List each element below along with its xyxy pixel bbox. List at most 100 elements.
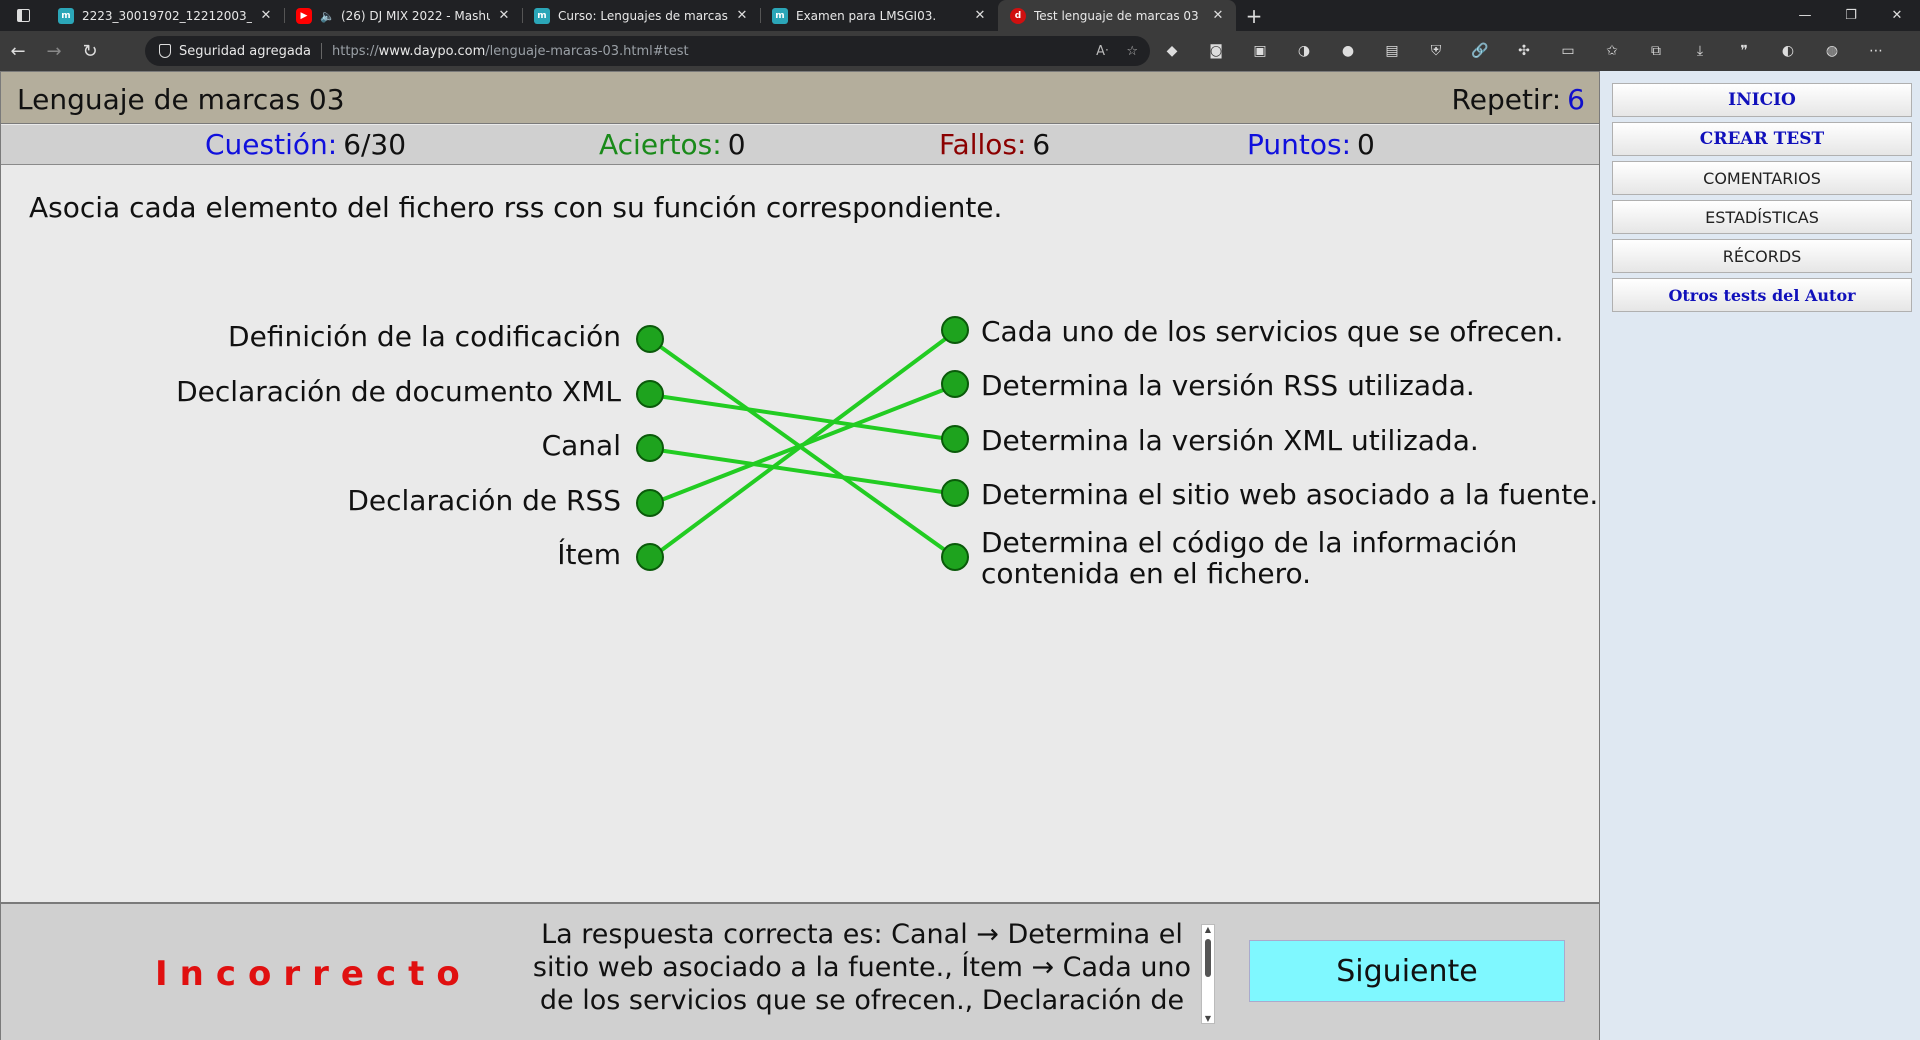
extensions-toolbar: ◆ ◙ ▣ ◑ ● ▤ ⛨ 🔗 ✣ ▭ ✩ ⧉ ⤓ ❞ ◐ ◍ ⋯ [1160,31,1888,71]
close-icon[interactable]: ✕ [496,8,512,23]
link-icon[interactable]: 🔗 [1468,39,1492,63]
right-item: Determina el sitio web asociado a la fue… [981,478,1599,511]
stat-label: Aciertos: [599,128,722,161]
stat-label: Cuestión: [205,128,338,161]
minimize-icon[interactable]: — [1782,0,1828,31]
collections-icon[interactable]: ⧉ [1644,39,1668,63]
quote-icon[interactable]: ❞ [1732,39,1756,63]
stat-value: 6/30 [343,128,407,161]
new-tab-icon[interactable]: + [1236,4,1272,28]
moodle-icon: m [772,7,788,24]
close-window-icon[interactable]: ✕ [1874,0,1920,31]
url-host: www.daypo.com [378,43,486,59]
author-tests-button[interactable]: Otros tests del Autor [1612,278,1912,312]
stat-value: 0 [727,128,746,161]
more-icon[interactable]: ⋯ [1864,39,1888,63]
camera-icon[interactable]: ◙ [1204,39,1228,63]
right-connector-dot[interactable] [941,316,969,344]
stats-bar: Cuestión: 6/30 Aciertos: 0 Fallos: 6 Puntos… [1,125,1599,165]
browser-tab-2[interactable]: ▶ 🔈 (26) DJ MIX 2022 - Mashup ✕ [284,0,522,31]
tab-actions-icon[interactable] [0,0,46,31]
edge-icon[interactable]: ◐ [1776,39,1800,63]
puzzle-icon[interactable]: ✣ [1512,39,1536,63]
left-connector-dot[interactable] [636,489,664,517]
window-controls: — ❐ ✕ [1782,0,1920,31]
answer-scrollbar[interactable]: ▲ ▼ [1201,924,1215,1024]
right-item: Determina el código de la información [981,526,1518,559]
matching-area: Definición de la codificación Declaració… [1,232,1599,590]
scroll-up-icon[interactable]: ▲ [1202,925,1214,934]
page-title: Lenguaje de marcas 03 [17,83,345,116]
profile-avatar-icon[interactable]: ◍ [1820,39,1844,63]
omnibox-actions: Aᐧ ☆ [1096,36,1138,66]
close-icon[interactable]: ✕ [258,8,274,23]
inicio-button[interactable]: INICIO [1612,83,1912,117]
gem-extension-icon[interactable]: ◆ [1160,39,1184,63]
moodle-icon: m [58,7,74,24]
favorites-icon[interactable]: ✩ [1600,39,1624,63]
browser-tab-4[interactable]: m Examen para LMSGI03. ✕ [760,0,998,31]
left-item: Ítem [557,538,621,571]
stat-value: 6 [1032,128,1051,161]
right-connector-dot[interactable] [941,425,969,453]
close-icon[interactable]: ✕ [734,8,750,23]
record-icon[interactable]: ● [1336,39,1360,63]
repeat-label: Repetir: [1451,83,1562,116]
speaker-icon[interactable]: 🔈 [320,9,335,23]
daypo-icon: d [1010,7,1026,24]
create-test-button[interactable]: CREAR TEST [1612,122,1912,156]
downloads-icon[interactable]: ⤓ [1688,39,1712,63]
back-icon[interactable]: ← [0,31,36,71]
comments-button[interactable]: COMENTARIOS [1612,161,1912,195]
test-header: Lenguaje de marcas 03 Repetir: 6 [1,72,1599,124]
browser-tab-1[interactable]: m 2223_30019702_12212003_02_U ✕ [46,0,284,31]
right-connector-dot[interactable] [941,370,969,398]
tab-title: (26) DJ MIX 2022 - Mashup [340,8,490,23]
screenshot-icon[interactable]: ▣ [1248,39,1272,63]
ublock-icon[interactable]: ⛨ [1424,39,1448,63]
left-connector-dot[interactable] [636,380,664,408]
left-item: Definición de la codificación [228,320,621,353]
records-button[interactable]: RÉCORDS [1612,239,1912,273]
left-item: Declaración de documento XML [176,375,621,408]
left-item: Declaración de RSS [347,484,621,517]
shield-icon [159,44,171,58]
page: Lenguaje de marcas 03 Repetir: 6 Cuestión… [0,71,1920,1040]
refresh-icon[interactable]: ↻ [72,31,108,71]
right-item: contenida en el fichero. [981,557,1312,590]
right-connector-dot[interactable] [941,543,969,571]
extension-icon[interactable]: ◑ [1292,39,1316,63]
browser-tab-5[interactable]: d Test lenguaje de marcas 03 ✕ [998,0,1236,31]
notification-extension-icon[interactable]: ▤ [1380,39,1404,63]
left-connector-dot[interactable] [636,434,664,462]
tab-title: Examen para LMSGI03. [796,8,937,23]
close-icon[interactable]: ✕ [972,8,988,23]
next-button[interactable]: Siguiente [1249,940,1565,1002]
favorite-add-icon[interactable]: ☆ [1126,44,1138,59]
tab-title: 2223_30019702_12212003_02_U [82,8,252,23]
browser-address-bar: ← → ↻ Seguridad agregada https://www.day… [0,31,1920,71]
correct-answer-box[interactable]: La respuesta correcta es: Canal → Determ… [531,918,1213,1024]
forward-icon[interactable]: → [36,31,72,71]
left-connector-dot[interactable] [636,543,664,571]
repeat-counter: Repetir: 6 [1452,83,1585,116]
url-field[interactable]: Seguridad agregada https://www.daypo.com… [145,36,1150,66]
stat-fails: Fallos: 6 [939,128,1050,161]
stat-question: Cuestión: 6/30 [205,128,406,161]
stat-points: Puntos: 0 [1247,128,1375,161]
stat-label: Puntos: [1247,128,1352,161]
scroll-thumb[interactable] [1205,939,1211,977]
split-screen-icon[interactable]: ▭ [1556,39,1580,63]
browser-tab-3[interactable]: m Curso: Lenguajes de marcas y sis ✕ [522,0,760,31]
close-icon[interactable]: ✕ [1210,8,1226,23]
right-connector-dot[interactable] [941,479,969,507]
restore-icon[interactable]: ❐ [1828,0,1874,31]
statistics-button[interactable]: ESTADÍSTICAS [1612,200,1912,234]
scroll-down-icon[interactable]: ▼ [1202,1014,1214,1023]
security-label: Seguridad agregada [179,43,312,59]
read-aloud-icon[interactable]: Aᐧ [1096,44,1108,59]
correct-answer-text: La respuesta correcta es: Canal → Determ… [532,919,1192,1016]
youtube-icon: ▶ [296,7,312,24]
browser-tab-bar: m 2223_30019702_12212003_02_U ✕ ▶ 🔈 (26)… [0,0,1920,31]
left-connector-dot[interactable] [636,325,664,353]
